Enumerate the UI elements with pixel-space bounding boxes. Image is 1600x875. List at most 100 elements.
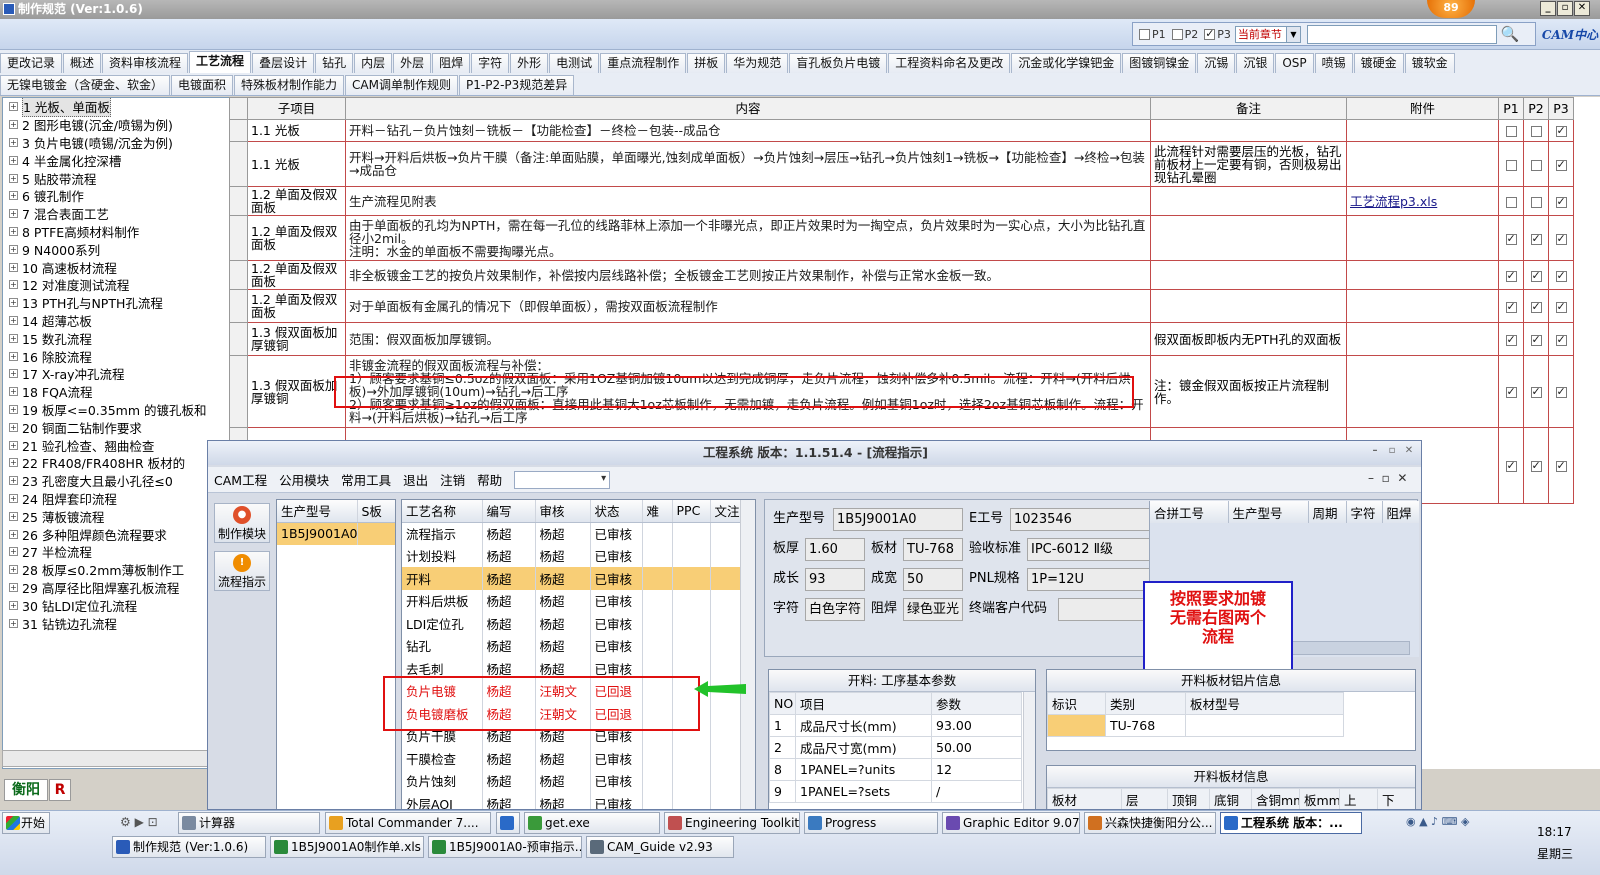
board-col-header-7[interactable]: 下 xyxy=(1377,788,1415,809)
params-col-header-0[interactable]: NO xyxy=(769,692,796,715)
tab-row2-1[interactable]: 电镀面积 xyxy=(171,75,234,95)
p3-row-checkbox[interactable] xyxy=(1555,195,1567,208)
prod-field[interactable]: 1B5J9001A0 xyxy=(833,508,963,531)
process-row[interactable]: LDI定位孔 杨超 杨超 已审核 xyxy=(402,612,743,635)
tab-row1-7[interactable]: 外层 xyxy=(393,53,432,73)
grid-row[interactable]: 1.2 单面及假双面板 由于单面板的孔均为NPTH，需在每一孔位的线路菲林上添加一… xyxy=(229,215,1574,261)
system-clock[interactable]: 18:17 星期三 xyxy=(1495,818,1600,870)
close-button[interactable]: ✕ xyxy=(1574,1,1590,16)
minimize-button[interactable]: _ xyxy=(1540,1,1556,16)
tab-row1-12[interactable]: 重点流程制作 xyxy=(600,53,687,73)
tab-row1-14[interactable]: 华为规范 xyxy=(726,53,789,73)
taskbar-item-0[interactable]: 计算器 xyxy=(178,812,320,834)
expand-icon[interactable]: + xyxy=(9,387,18,397)
tree-item[interactable]: +13 PTH孔与NPTH孔流程 xyxy=(3,294,229,312)
maximize-button[interactable]: ▫ xyxy=(1557,1,1573,16)
tree-item[interactable]: +14 超薄芯板 xyxy=(3,312,229,330)
expand-icon[interactable]: + xyxy=(9,226,18,236)
p3-filter[interactable]: P3 xyxy=(1204,27,1231,41)
tree-item[interactable]: +16 除胶流程 xyxy=(3,347,229,365)
board-col-header-2[interactable]: 顶铜 xyxy=(1167,788,1210,809)
tree-item[interactable]: +26 多种阻焊颜色流程要求 xyxy=(3,525,229,543)
row-header[interactable] xyxy=(229,322,248,356)
proc-col-header-5[interactable]: PPC xyxy=(672,500,711,523)
expand-icon[interactable]: + xyxy=(9,511,18,521)
p3-row-checkbox[interactable] xyxy=(1555,459,1567,472)
expand-icon[interactable]: + xyxy=(9,137,18,147)
expand-icon[interactable]: + xyxy=(9,298,18,308)
tab-row1-20[interactable]: 沉银 xyxy=(1236,53,1275,73)
p1-row-checkbox[interactable] xyxy=(1505,232,1517,245)
p1-row-checkbox[interactable] xyxy=(1505,126,1517,137)
col-header-p3[interactable]: P3 xyxy=(1548,97,1574,120)
expand-icon[interactable]: + xyxy=(9,440,18,450)
params-col-header-2[interactable]: 参数 xyxy=(931,692,1022,715)
process-row[interactable]: 流程指示 杨超 杨超 已审核 xyxy=(402,522,743,545)
grid-row[interactable]: 1.1 光板 开料－钻孔－负片蚀刻－铣板－【功能检查】－终检－包装--成品仓 xyxy=(229,119,1574,142)
tab-row2-0[interactable]: 无镍电镀金（含硬金、软金） xyxy=(0,75,171,95)
expand-icon[interactable]: + xyxy=(9,209,18,219)
p2-filter[interactable]: P2 xyxy=(1171,28,1198,41)
width-field[interactable]: 50 xyxy=(903,568,963,591)
taskbar-item-row2-2[interactable]: 1B5J9001A0-预审指示.... xyxy=(428,836,582,858)
p3-row-checkbox[interactable] xyxy=(1555,333,1567,346)
process-row[interactable]: 负片电镀 杨超 汪朝文 已回退 xyxy=(402,679,743,702)
alum-col-tag[interactable]: 标识 xyxy=(1047,692,1106,715)
row-header[interactable] xyxy=(229,289,248,323)
expand-icon[interactable]: + xyxy=(9,155,18,165)
tab-row1-2[interactable]: 资料审核流程 xyxy=(102,53,189,73)
expand-icon[interactable]: + xyxy=(9,120,18,130)
tab-row1-16[interactable]: 工程资料命名及更改 xyxy=(888,53,1011,73)
merge-col-char[interactable]: 字符 xyxy=(1346,501,1383,523)
std-field[interactable]: IPC-6012 Ⅱ级 xyxy=(1027,538,1150,561)
tree-item[interactable]: +8 PTFE高频材料制作 xyxy=(3,223,229,241)
taskbar-item-7[interactable]: 兴森快捷衡阳分公... xyxy=(1084,812,1216,834)
merge-col-job[interactable]: 合拼工号 xyxy=(1150,501,1229,523)
expand-icon[interactable]: + xyxy=(9,351,18,361)
expand-icon[interactable]: + xyxy=(9,280,18,290)
row-header[interactable] xyxy=(229,141,248,187)
col-header-sub[interactable]: 子项目 xyxy=(247,97,346,120)
menu-cam-engineering[interactable]: CAM工程 xyxy=(208,470,273,489)
process-row[interactable]: 干膜检查 杨超 杨超 已审核 xyxy=(402,747,743,770)
board-col-header-3[interactable]: 底铜 xyxy=(1209,788,1252,809)
tree-item[interactable]: +25 薄板镀流程 xyxy=(3,507,229,525)
taskbar-item-row2-0[interactable]: 制作规范 (Ver:1.0.6) xyxy=(112,836,266,858)
taskbar-item-1[interactable]: Total Commander 7.... xyxy=(325,812,491,834)
col-header-p2[interactable]: P2 xyxy=(1523,97,1549,120)
taskbar-item-row2-1[interactable]: 1B5J9001A0制作单.xls ... xyxy=(270,836,424,858)
process-row[interactable]: 负片蚀刻 杨超 杨超 已审核 xyxy=(402,769,743,792)
thick-field[interactable]: 1.60 xyxy=(805,538,865,561)
sub-close-button[interactable]: ✕ xyxy=(1401,445,1417,460)
p1-row-checkbox[interactable] xyxy=(1505,459,1517,472)
proc-col-header-1[interactable]: 编写 xyxy=(482,500,536,523)
expand-icon[interactable]: + xyxy=(9,458,18,468)
tree-item[interactable]: +19 板厚<=0.35mm 的镀孔板和 xyxy=(3,401,229,419)
expand-icon[interactable]: + xyxy=(9,476,18,486)
p1-row-checkbox[interactable] xyxy=(1505,159,1517,171)
alum-col-model[interactable]: 板材型号 xyxy=(1185,692,1344,715)
p1-filter[interactable]: P1 xyxy=(1139,28,1166,41)
p3-row-checkbox[interactable] xyxy=(1555,158,1567,171)
tree-item[interactable]: +18 FQA流程 xyxy=(3,383,229,401)
p1-checkbox[interactable] xyxy=(1139,28,1150,40)
grid-row[interactable]: 1.1 光板 开料→开料后烘板→负片干膜（备注:单面贴膜，单面曝光,蚀刻成单面板）… xyxy=(229,141,1574,187)
merge-col-model[interactable]: 生产型号 xyxy=(1228,501,1309,523)
merge-col-period[interactable]: 周期 xyxy=(1308,501,1347,523)
params-col-header-1[interactable]: 项目 xyxy=(795,692,932,715)
model-row[interactable]: 1B5J9001A0 xyxy=(277,522,395,545)
tree-item[interactable]: +1 光板、单面板 xyxy=(3,98,229,118)
grid-row[interactable]: 1.3 假双面板加厚镀铜 非镀金流程的假双面板流程与补偿： 1）顾客要求基铜≤0.… xyxy=(229,355,1574,428)
expand-icon[interactable]: + xyxy=(9,244,18,254)
process-row[interactable]: 负片干膜 杨超 杨超 已审核 xyxy=(402,724,743,747)
row-header[interactable] xyxy=(229,260,248,290)
s-board-col-header[interactable]: S板 xyxy=(357,500,395,523)
p1-row-checkbox[interactable] xyxy=(1505,269,1517,282)
tree-item[interactable]: +7 混合表面工艺 xyxy=(3,205,229,223)
alum-row[interactable]: TU-768 xyxy=(1047,714,1344,737)
tab-row1-23[interactable]: 镀硬金 xyxy=(1353,53,1404,73)
params-row[interactable]: 2 成品尺寸宽(mm) 50.00 xyxy=(769,736,1022,759)
tab-row1-6[interactable]: 内层 xyxy=(354,53,393,73)
scope-select[interactable]: 当前章节 ▼ xyxy=(1234,25,1301,43)
chevron-down-icon[interactable]: ▼ xyxy=(1285,26,1300,42)
